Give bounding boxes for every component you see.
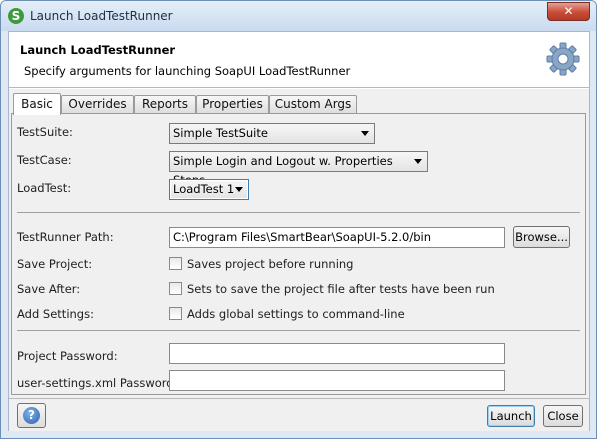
chevron-down-icon [235,187,243,192]
window-close-button[interactable]: ✕ [547,2,590,21]
testsuite-label: TestSuite: [17,125,73,139]
chevron-down-icon [361,131,369,136]
save-project-text: Saves project before running [187,257,354,271]
soapui-logo-icon: S [8,8,24,24]
testcase-label: TestCase: [17,153,72,167]
section-divider [17,212,580,213]
title-bar[interactable]: S Launch LoadTestRunner ✕ [1,1,596,31]
launch-button[interactable]: Launch [487,405,535,427]
loadtest-select[interactable]: LoadTest 1 [169,179,249,200]
basic-tab-panel: TestSuite: Simple TestSuite TestCase: Si… [11,113,586,395]
gear-icon [546,42,580,76]
chevron-down-icon [414,159,422,164]
testcase-select[interactable]: Simple Login and Logout w. Properties St… [169,151,428,187]
window-title: Launch LoadTestRunner [30,9,173,23]
header-subtitle: Specify arguments for launching SoapUI L… [24,64,351,78]
add-settings-checkbox[interactable] [169,307,182,320]
save-after-label: Save After: [17,282,81,296]
header-title: Launch LoadTestRunner [20,43,176,57]
tab-custom-args[interactable]: Custom Args [269,95,357,114]
section-divider [17,330,580,331]
dialog-footer: ? Launch Close [9,398,589,431]
runner-path-label: TestRunner Path: [17,230,114,244]
project-password-field[interactable] [169,343,505,364]
settings-password-label: user-settings.xml Password: [17,376,178,390]
browse-button[interactable]: Browse... [513,226,570,248]
tabs-area: Basic Overrides Reports Properties Custo… [9,89,589,431]
settings-password-field[interactable] [169,370,505,391]
save-after-text: Sets to save the project file after test… [187,282,495,296]
add-settings-label: Add Settings: [17,307,94,321]
runner-path-field[interactable]: C:\Program Files\SmartBear\SoapUI-5.2.0/… [169,227,505,248]
save-project-checkbox[interactable] [169,257,182,270]
loadtest-label: LoadTest: [17,181,72,195]
help-icon: ? [23,407,40,424]
tab-basic[interactable]: Basic [13,93,61,115]
dialog-content: Launch LoadTestRunner Specify arguments … [8,31,590,431]
close-button[interactable]: Close [543,405,583,427]
dialog-header: Launch LoadTestRunner Specify arguments … [9,32,589,88]
tab-reports[interactable]: Reports [134,95,196,114]
testsuite-value: Simple TestSuite [173,126,268,140]
tab-properties[interactable]: Properties [196,95,269,114]
project-password-label: Project Password: [17,349,118,363]
help-button[interactable]: ? [17,403,46,428]
save-project-label: Save Project: [17,257,93,271]
loadtest-value: LoadTest 1 [173,182,235,196]
tab-overrides[interactable]: Overrides [61,95,134,114]
add-settings-text: Adds global settings to command-line [187,307,405,321]
testsuite-select[interactable]: Simple TestSuite [169,123,375,144]
save-after-checkbox[interactable] [169,282,182,295]
launch-dialog: S Launch LoadTestRunner ✕ Launch LoadTes… [0,0,597,439]
